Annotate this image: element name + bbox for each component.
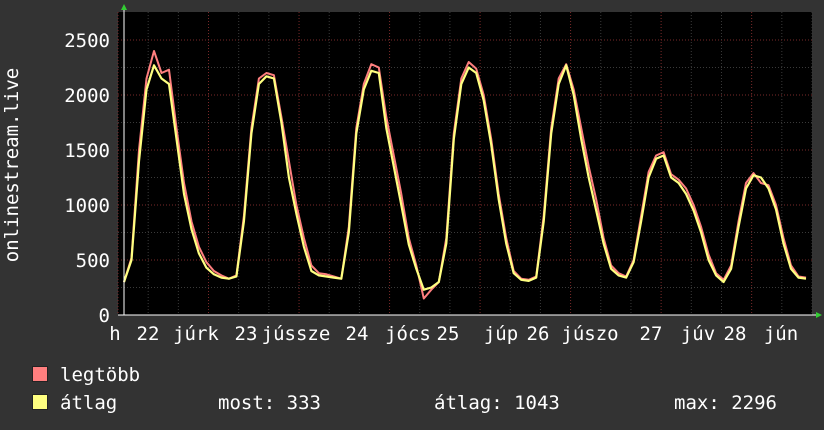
x-tick-label: 28 xyxy=(724,323,747,345)
legend-item-avg: átlag xyxy=(32,390,117,416)
x-tick-label: jócs xyxy=(385,323,431,345)
x-tick-label: 27 xyxy=(640,323,663,345)
x-tick-label: 26 xyxy=(527,323,550,345)
x-tick-label: júv xyxy=(681,323,715,345)
legend-item-max: legtöbb xyxy=(32,362,140,388)
x-tick-label: 25 xyxy=(437,323,460,345)
legend-swatch-max xyxy=(32,365,48,382)
legend-label-avg: átlag xyxy=(60,392,118,414)
y-tick-label: 1000 xyxy=(64,195,110,217)
x-tick-label: júrk xyxy=(173,323,219,345)
legend: legtöbb átlag most: 333 átlag: 1043 max:… xyxy=(0,360,824,420)
stat-avg-label: átlag: xyxy=(434,392,503,414)
stat-now-label: most: xyxy=(218,392,276,414)
x-tick-label: h xyxy=(109,323,120,345)
x-tick-label: 24 xyxy=(346,323,369,345)
x-tick-label: 23 xyxy=(235,323,258,345)
x-tick-label: jún xyxy=(764,323,798,345)
line-chart: 05001000150020002500 h 22 júrk 23 jússze 24 jó… xyxy=(64,4,822,345)
stat-max: max: 2296 xyxy=(674,390,777,416)
legend-label-max: legtöbb xyxy=(60,364,141,386)
x-tick-label: 22 xyxy=(137,323,160,345)
legend-swatch-avg xyxy=(32,393,48,410)
stat-max-value: 2296 xyxy=(731,392,777,414)
chart-container: onlinestream.live 0 500 1000 1500 2000 2500 h… xyxy=(0,0,824,430)
y-tick-label: 1500 xyxy=(64,140,110,162)
plot-area xyxy=(118,12,812,315)
y-tick-labels: 05001000150020002500 xyxy=(64,30,110,327)
x-tick-label: júp xyxy=(484,323,518,345)
y-tick-label: 2500 xyxy=(64,30,110,52)
x-tick-labels: h 22 júrk 23 jússze 24 jócs 25 júp 26 júszo 27 júv 28… xyxy=(109,323,798,345)
stat-avg-value: 1043 xyxy=(514,392,560,414)
stat-now: most: 333 xyxy=(218,390,321,416)
x-axis-arrow xyxy=(816,312,822,318)
x-tick-label: júszo xyxy=(561,323,618,345)
stat-now-value: 333 xyxy=(286,392,321,414)
y-tick-label: 2000 xyxy=(64,85,110,107)
y-tick-label: 500 xyxy=(76,250,110,272)
stat-max-label: max: xyxy=(674,392,720,414)
y-axis-arrow xyxy=(121,4,127,10)
x-tick-label: jússze xyxy=(262,323,331,345)
stat-avg: átlag: 1043 xyxy=(434,390,560,416)
